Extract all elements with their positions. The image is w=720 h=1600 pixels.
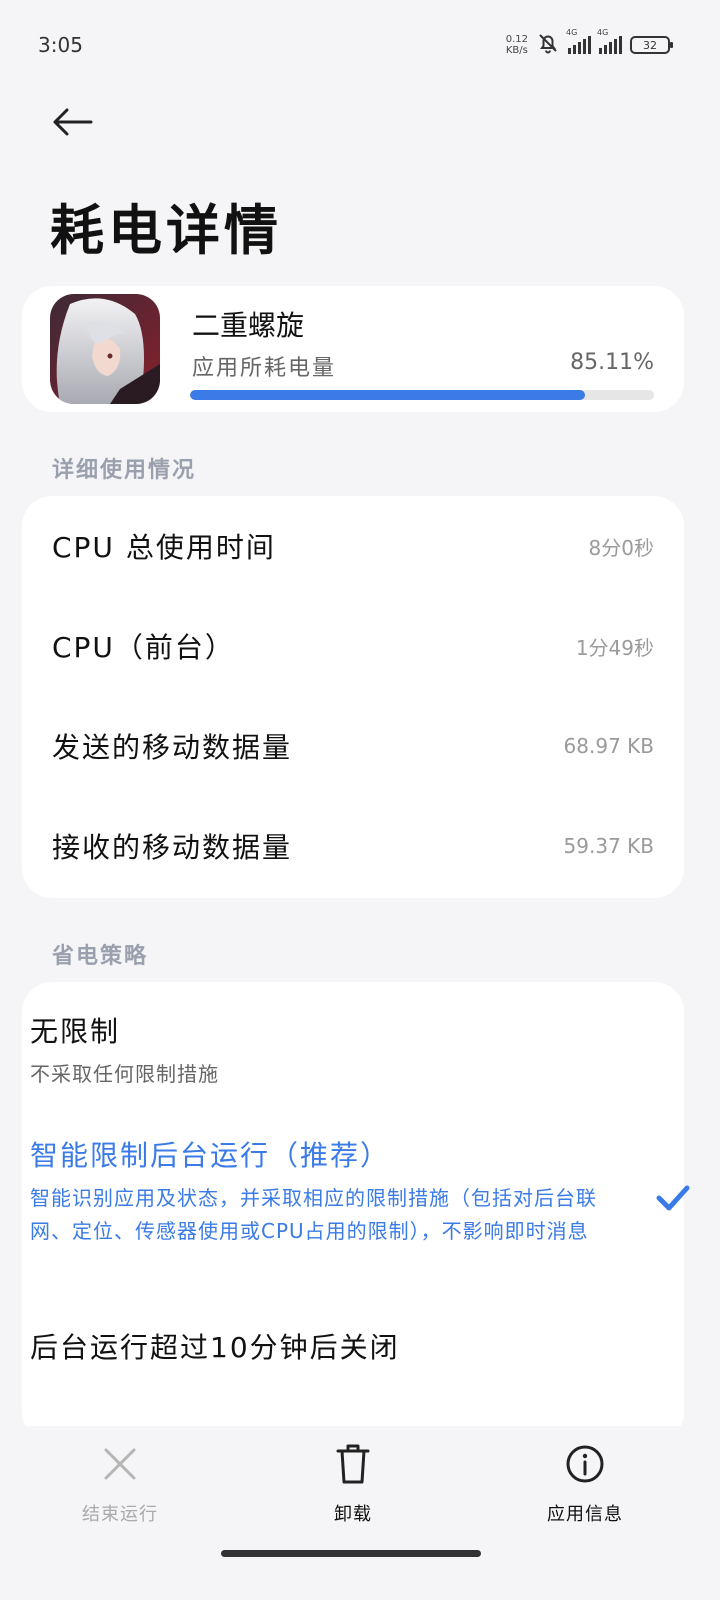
detail-label: 发送的移动数据量 bbox=[52, 731, 293, 764]
bottom-action-bar: 结束运行 卸载 应用信息 bbox=[0, 1426, 720, 1600]
detail-value: 8分0秒 bbox=[588, 535, 654, 560]
option-title: 后台运行超过10分钟后关闭 bbox=[30, 1331, 400, 1364]
network-speed-value: 0.12 bbox=[505, 34, 528, 45]
network-speed-unit: KB/s bbox=[505, 45, 528, 56]
battery-icon: 32 bbox=[630, 36, 673, 54]
app-info-button[interactable]: 应用信息 bbox=[505, 1442, 665, 1526]
info-icon bbox=[565, 1442, 605, 1486]
check-icon bbox=[656, 1184, 690, 1216]
home-indicator[interactable] bbox=[221, 1550, 481, 1557]
app-info-label: 应用信息 bbox=[547, 1504, 623, 1525]
uninstall-button[interactable]: 卸载 bbox=[273, 1442, 433, 1526]
sim2-network-type: 4G bbox=[597, 28, 609, 37]
back-button[interactable] bbox=[48, 102, 96, 142]
detail-label: CPU（前台） bbox=[52, 631, 235, 664]
detail-value: 1分49秒 bbox=[575, 635, 654, 660]
option-title: 无限制 bbox=[30, 1015, 121, 1048]
page-title: 耗电详情 bbox=[50, 198, 282, 262]
status-icons: 0.12 KB/s 4G 4G 32 bbox=[506, 28, 673, 60]
app-icon bbox=[50, 294, 160, 404]
detail-row-data-sent: 发送的移动数据量 68.97 KB bbox=[22, 696, 684, 796]
status-bar: 3:05 0.12 KB/s 4G 4G 32 bbox=[0, 0, 720, 92]
usage-percent: 85.11% bbox=[570, 350, 654, 375]
sim1-network-type: 4G bbox=[566, 28, 578, 37]
policy-option-smart-restrict[interactable]: 智能限制后台运行（推荐） 智能识别应用及状态，并采取相应的限制措施（包括对后台联… bbox=[30, 1134, 610, 1248]
detail-value: 68.97 KB bbox=[563, 734, 654, 758]
app-usage-card: 二重螺旋 应用所耗电量 85.11% bbox=[22, 286, 684, 412]
detail-label: 接收的移动数据量 bbox=[52, 831, 293, 864]
detail-value: 59.37 KB bbox=[563, 834, 654, 858]
detail-label: CPU 总使用时间 bbox=[52, 531, 276, 564]
details-card: CPU 总使用时间 8分0秒 CPU（前台） 1分49秒 发送的移动数据量 68… bbox=[22, 496, 684, 898]
app-name: 二重螺旋 bbox=[192, 309, 305, 342]
bell-muted-icon bbox=[536, 31, 560, 59]
usage-progress-bar bbox=[190, 390, 654, 400]
signal-sim1-icon: 4G bbox=[566, 28, 591, 54]
uninstall-label: 卸载 bbox=[334, 1504, 372, 1525]
stop-running-label: 结束运行 bbox=[82, 1504, 158, 1525]
trash-icon bbox=[335, 1442, 371, 1486]
details-section-title: 详细使用情况 bbox=[52, 458, 197, 483]
option-desc: 智能识别应用及状态，并采取相应的限制措施（包括对后台联网、定位、传感器使用或CP… bbox=[30, 1186, 597, 1243]
detail-row-data-received: 接收的移动数据量 59.37 KB bbox=[22, 796, 684, 896]
detail-row-cpu-foreground: CPU（前台） 1分49秒 bbox=[22, 596, 684, 696]
option-title: 智能限制后台运行（推荐） bbox=[30, 1139, 391, 1172]
policy-section-title: 省电策略 bbox=[52, 944, 149, 969]
usage-progress-fill bbox=[190, 390, 585, 400]
close-icon bbox=[102, 1442, 138, 1486]
network-speed: 0.12 KB/s bbox=[506, 34, 528, 56]
back-arrow-icon bbox=[53, 108, 93, 136]
signal-sim2-icon: 4G bbox=[597, 28, 622, 54]
status-time: 3:05 bbox=[38, 33, 83, 57]
policy-option-unrestricted[interactable]: 无限制 不采取任何限制措施 bbox=[30, 1010, 690, 1091]
battery-level: 32 bbox=[643, 38, 657, 52]
option-desc: 不采取任何限制措施 bbox=[30, 1062, 219, 1086]
usage-label: 应用所耗电量 bbox=[192, 356, 337, 381]
detail-row-cpu-total: CPU 总使用时间 8分0秒 bbox=[22, 496, 684, 596]
policy-option-close-after-10min[interactable]: 后台运行超过10分钟后关闭 bbox=[30, 1326, 690, 1366]
stop-running-button[interactable]: 结束运行 bbox=[40, 1442, 200, 1526]
